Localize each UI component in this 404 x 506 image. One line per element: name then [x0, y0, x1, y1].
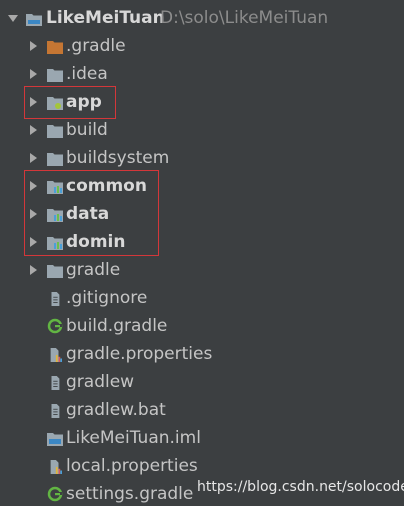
tree-item-label: gradlew — [66, 372, 135, 392]
project-tree: LikeMeiTuan D:\solo\LikeMeiTuan .gradle.… — [0, 0, 404, 506]
tree-item-label: gradle.properties — [66, 344, 213, 364]
tree-item-label: LikeMeiTuan.iml — [66, 428, 201, 448]
tree-item-gradle[interactable]: gradle — [0, 256, 404, 284]
tree-item-gradlew-bat[interactable]: gradlew.bat — [0, 396, 404, 424]
tree-item-label: .gradle — [66, 36, 126, 56]
tree-item-label: buildsystem — [66, 148, 170, 168]
highlight-box-modules — [24, 170, 159, 256]
project-path: D:\solo\LikeMeiTuan — [160, 8, 329, 28]
folder-icon — [47, 67, 63, 82]
tree-item-build-gradle[interactable]: build.gradle — [0, 312, 404, 340]
expand-arrow-icon[interactable] — [30, 41, 37, 51]
tree-item-label: build.gradle — [66, 316, 168, 336]
expand-arrow-icon[interactable] — [30, 265, 37, 275]
tree-root-row[interactable]: LikeMeiTuan D:\solo\LikeMeiTuan — [0, 4, 404, 32]
project-name: LikeMeiTuan — [46, 8, 165, 28]
tree-item-gitignore[interactable]: .gitignore — [0, 284, 404, 312]
project-folder-icon — [26, 11, 42, 26]
text-file-icon — [47, 291, 63, 306]
gradle-file-icon — [47, 318, 63, 334]
folder-icon — [47, 263, 63, 278]
tree-item-likemeituan-iml[interactable]: LikeMeiTuan.iml — [0, 424, 404, 452]
excluded-folder-icon — [47, 39, 63, 54]
folder-icon — [47, 123, 63, 138]
expand-arrow-icon[interactable] — [30, 153, 37, 163]
tree-item-label: settings.gradle — [66, 484, 194, 504]
tree-item-idea[interactable]: .idea — [0, 60, 404, 88]
collapse-arrow-icon[interactable] — [8, 15, 18, 22]
folder-icon — [47, 151, 63, 166]
tree-item-gradlew[interactable]: gradlew — [0, 368, 404, 396]
text-file-icon — [47, 375, 63, 390]
tree-item-buildsystem[interactable]: buildsystem — [0, 144, 404, 172]
module-file-icon — [47, 431, 63, 446]
tree-item-label: .gitignore — [66, 288, 148, 308]
tree-item-label: .idea — [66, 64, 108, 84]
tree-item-label: gradle — [66, 260, 121, 280]
tree-item-gradle[interactable]: .gradle — [0, 32, 404, 60]
watermark-text: https://blog.csdn.net/solocoder — [197, 479, 404, 495]
tree-item-local-properties[interactable]: local.properties — [0, 452, 404, 480]
tree-item-label: build — [66, 120, 108, 140]
highlight-box-app — [24, 86, 116, 119]
tree-item-build[interactable]: build — [0, 116, 404, 144]
expand-arrow-icon[interactable] — [30, 69, 37, 79]
text-file-icon — [47, 403, 63, 418]
properties-file-icon — [47, 347, 63, 362]
properties-file-icon — [47, 459, 63, 474]
expand-arrow-icon[interactable] — [30, 125, 37, 135]
tree-item-label: gradlew.bat — [66, 400, 166, 420]
tree-item-label: local.properties — [66, 456, 198, 476]
gradle-file-icon — [47, 486, 63, 502]
tree-item-gradle-properties[interactable]: gradle.properties — [0, 340, 404, 368]
